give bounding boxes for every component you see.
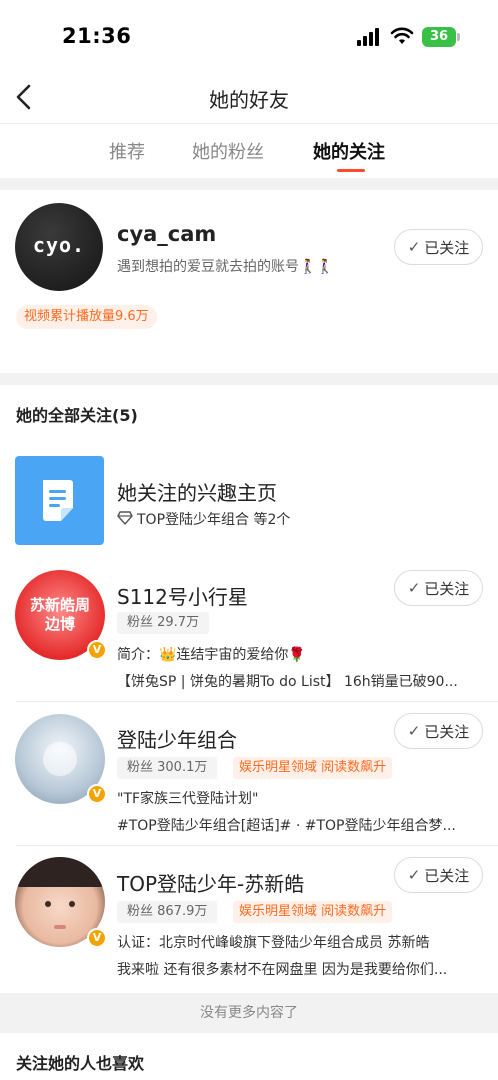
check-icon: ✓ xyxy=(407,866,421,884)
row-divider xyxy=(16,845,498,846)
follow-button[interactable]: ✓ 已关注 xyxy=(394,570,483,606)
interest-title: 她关注的兴趣主页 xyxy=(117,481,277,505)
avatar[interactable]: cyo. xyxy=(15,203,103,291)
avatar-emblem xyxy=(43,742,77,776)
fans-count: 粉丝 29.7万 xyxy=(117,612,210,634)
verified-badge-icon: V xyxy=(87,928,107,948)
tab-her-following[interactable]: 她的关注 xyxy=(313,138,385,164)
battery-icon: 36 xyxy=(422,27,456,47)
user-intro: "TF家族三代登陆计划" xyxy=(117,791,259,807)
user-name[interactable]: S112号小行星 xyxy=(117,581,248,610)
wifi-icon xyxy=(390,27,414,44)
verified-badge-icon: V xyxy=(87,784,107,804)
section-divider xyxy=(0,373,498,385)
trending-tag: 娱乐明星领域 阅读数飙升 xyxy=(233,901,393,923)
tab-her-fans[interactable]: 她的粉丝 xyxy=(192,138,264,164)
follow-button-label: 已关注 xyxy=(424,238,470,257)
recommend-heading: 关注她的人也喜欢 xyxy=(16,1054,145,1073)
avatar-eye xyxy=(69,901,75,907)
latest-post: #TOP登陆少年组合[超话]# · #TOP登陆少年组合梦... xyxy=(117,818,456,834)
row-divider xyxy=(16,701,498,702)
battery-tip xyxy=(457,33,460,41)
no-more-content: 没有更多内容了 xyxy=(0,993,498,1033)
status-bar: 21:36 36 xyxy=(0,0,498,72)
avatar-eye xyxy=(45,901,51,907)
fans-count: 粉丝 867.9万 xyxy=(117,901,218,923)
tab-recommend[interactable]: 推荐 xyxy=(109,138,145,164)
trending-tag: 娱乐明星领域 阅读数飙升 xyxy=(233,757,393,779)
following-heading: 她的全部关注(5) xyxy=(16,406,138,425)
latest-post: 我来啦 还有很多素材不在网盘里 因为是我要给你们... xyxy=(117,962,448,978)
follow-button[interactable]: ✓ 已关注 xyxy=(394,713,483,749)
interest-subtitle: TOP登陆少年组合 等2个 xyxy=(137,512,291,528)
avatar-mouth xyxy=(54,925,66,929)
check-icon: ✓ xyxy=(407,579,421,597)
verified-badge-icon: V xyxy=(87,640,107,660)
document-icon xyxy=(15,456,104,545)
tab-active-indicator xyxy=(337,169,365,172)
avatar-logo-text: 苏新皓周边博 xyxy=(29,596,90,633)
nav-header: 她的好友 xyxy=(0,72,498,124)
follow-button-label: 已关注 xyxy=(424,579,470,598)
avatar-logo-text: cyo. xyxy=(32,233,86,257)
user-name[interactable]: 登陆少年组合 xyxy=(117,724,237,753)
diamond-icon xyxy=(117,511,133,525)
check-icon: ✓ xyxy=(407,238,421,256)
profile-bio: 遇到想拍的爱豆就去拍的账号🚶‍♀️🚶‍♀️ xyxy=(117,259,334,275)
page-title: 她的好友 xyxy=(209,88,289,112)
follow-button-label: 已关注 xyxy=(424,866,470,885)
battery-level: 36 xyxy=(429,29,449,44)
section-divider xyxy=(0,178,498,190)
follow-button-label: 已关注 xyxy=(424,722,470,741)
profile-name[interactable]: cya_cam xyxy=(117,222,216,246)
tab-bar: 推荐 她的粉丝 她的关注 xyxy=(0,124,498,178)
fans-count: 粉丝 300.1万 xyxy=(117,757,218,779)
check-icon: ✓ xyxy=(407,722,421,740)
user-intro: 认证：北京时代峰峻旗下登陆少年组合成员 苏新皓 xyxy=(117,935,430,951)
avatar-hair xyxy=(15,857,105,887)
signal-icon xyxy=(357,28,383,46)
follow-button[interactable]: ✓ 已关注 xyxy=(394,229,483,265)
status-time: 21:36 xyxy=(62,24,132,48)
follow-button[interactable]: ✓ 已关注 xyxy=(394,857,483,893)
play-count-badge: 视频累计播放量9.6万 xyxy=(16,305,157,329)
user-intro: 简介：👑连结宇宙的爱给你🌹 xyxy=(117,647,306,663)
latest-post: 【饼兔SP | 饼兔的暑期To do List】 16h销量已破90... xyxy=(117,674,458,690)
user-name[interactable]: TOP登陆少年-苏新皓 xyxy=(117,868,304,897)
